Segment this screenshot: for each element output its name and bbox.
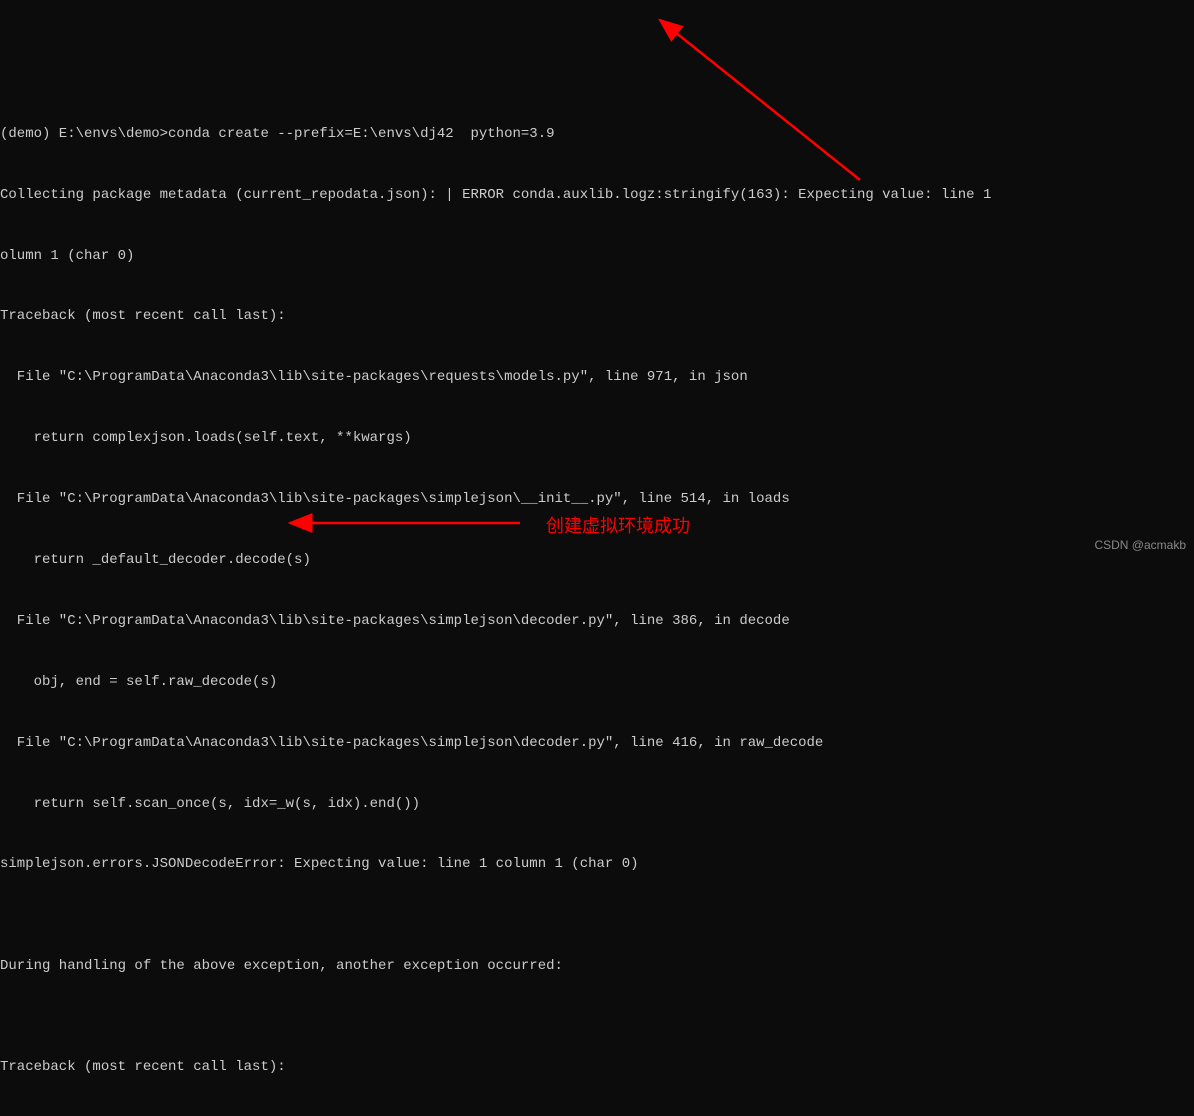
terminal-line: Traceback (most recent call last): [0, 1057, 1194, 1077]
terminal-line: return complexjson.loads(self.text, **kw… [0, 428, 1194, 448]
annotation-label: 创建虚拟环境成功 [546, 513, 690, 539]
terminal-line: File "C:\ProgramData\Anaconda3\lib\site-… [0, 367, 1194, 387]
terminal-line: (demo) E:\envs\demo>conda create --prefi… [0, 124, 1194, 144]
terminal-line: olumn 1 (char 0) [0, 246, 1194, 266]
terminal-line: Collecting package metadata (current_rep… [0, 185, 1194, 205]
terminal-line: return _default_decoder.decode(s) [0, 550, 1194, 570]
watermark: CSDN @acmakb [1094, 537, 1186, 554]
terminal-line: File "C:\ProgramData\Anaconda3\lib\site-… [0, 489, 1194, 509]
terminal-line: return self.scan_once(s, idx=_w(s, idx).… [0, 794, 1194, 814]
terminal-line: simplejson.errors.JSONDecodeError: Expec… [0, 854, 1194, 874]
terminal-line: obj, end = self.raw_decode(s) [0, 672, 1194, 692]
terminal-output[interactable]: (demo) E:\envs\demo>conda create --prefi… [0, 81, 1194, 1116]
terminal-line: Traceback (most recent call last): [0, 306, 1194, 326]
terminal-line: During handling of the above exception, … [0, 956, 1194, 976]
terminal-line: File "C:\ProgramData\Anaconda3\lib\site-… [0, 733, 1194, 753]
terminal-line: File "C:\ProgramData\Anaconda3\lib\site-… [0, 611, 1194, 631]
